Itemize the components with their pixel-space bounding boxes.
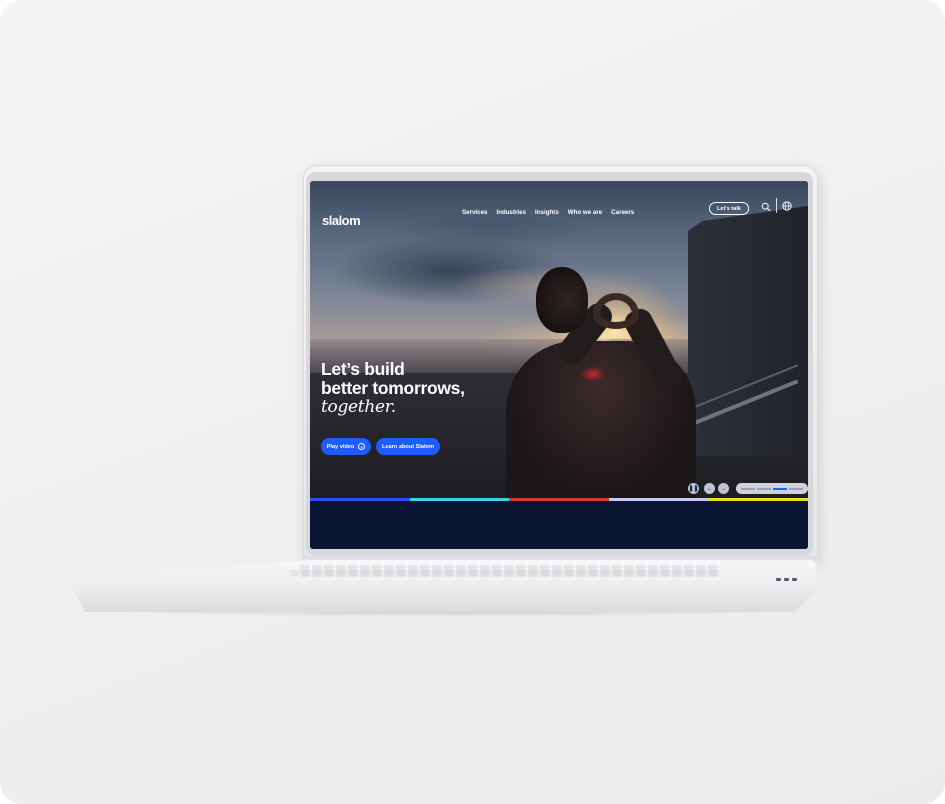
progress-segment [741, 488, 755, 490]
laptop-screen: slalom Services Industries Insights Who … [310, 181, 808, 549]
carousel-progress[interactable] [736, 483, 808, 494]
arrow-left-icon[interactable]: ← [704, 483, 715, 494]
play-icon [358, 443, 366, 450]
headline-line-italic: together. [321, 397, 396, 417]
nav-divider [776, 198, 777, 213]
lens-flare [580, 366, 606, 382]
page-lower-section [310, 501, 808, 549]
progress-segment [757, 488, 771, 490]
usb-port [784, 578, 789, 581]
nav-item-services[interactable]: Services [462, 209, 487, 216]
person-head [536, 267, 588, 333]
headline-line: better tomorrows, [321, 378, 465, 398]
usb-port [776, 578, 781, 581]
nav-item-insights[interactable]: Insights [535, 209, 559, 216]
learn-about-button[interactable]: Learn about Slalom [376, 438, 440, 455]
play-video-label: Play video [326, 443, 355, 450]
nav-item-industries[interactable]: Industries [496, 209, 526, 216]
usb-port [792, 578, 797, 581]
play-video-button[interactable]: Play video [321, 438, 371, 455]
nav-item-careers[interactable]: Careers [611, 209, 634, 216]
learn-about-label: Learn about Slalom [382, 443, 434, 450]
keyboard-keys [290, 570, 720, 576]
progress-segment-active [773, 488, 787, 490]
pause-icon[interactable]: ❚❚ [688, 483, 699, 494]
site-logo[interactable]: slalom [322, 213, 361, 228]
hero-headline: Let’s build better tomorrows, together. [321, 360, 465, 417]
headline-line: Let’s build [321, 359, 405, 379]
main-nav: Services Industries Insights Who we are … [462, 209, 634, 216]
nav-item-who-we-are[interactable]: Who we are [568, 209, 602, 216]
lets-talk-button[interactable]: Let's talk [709, 202, 749, 215]
heart-hands [593, 293, 639, 329]
progress-segment [789, 488, 803, 490]
arrow-right-icon[interactable]: → [718, 483, 729, 494]
globe-icon[interactable] [782, 201, 792, 211]
search-icon[interactable] [761, 202, 771, 212]
